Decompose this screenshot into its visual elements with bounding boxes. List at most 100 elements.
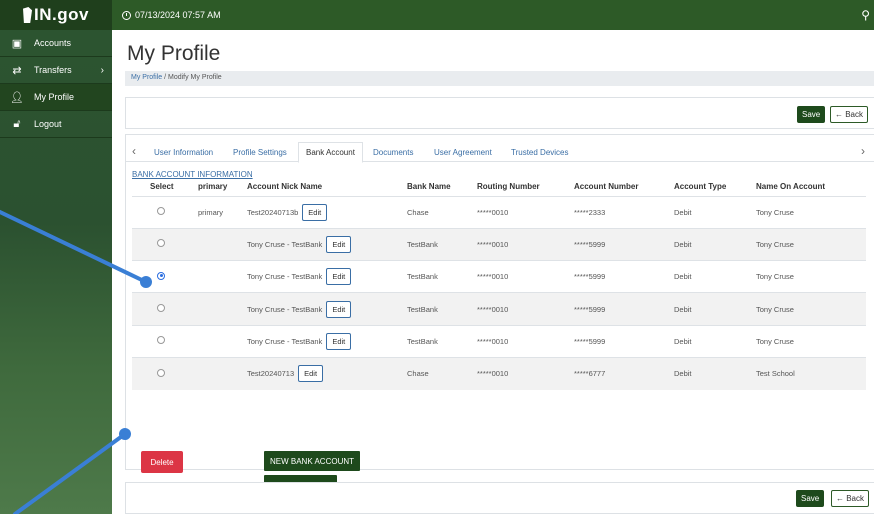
column-header-routing-number: Routing Number xyxy=(477,181,540,191)
breadcrumb-separator: / xyxy=(164,74,167,81)
sidebar-item-my-profile[interactable]: 👤︎ My Profile xyxy=(0,84,112,111)
breadcrumb: My Profile / Modify My Profile xyxy=(125,71,874,86)
profile-card: ‹ User Information Profile Settings Bank… xyxy=(125,134,874,495)
edit-button[interactable]: Edit xyxy=(302,203,328,221)
account-number-cell: *****5999 xyxy=(570,292,670,326)
logout-icon: 🔓︎ xyxy=(13,117,21,130)
location-pin-icon[interactable]: ⚲ xyxy=(861,8,870,22)
nick-name-cell: Test20240713 xyxy=(247,369,295,379)
routing-number-cell: *****0010 xyxy=(473,324,570,358)
account-type-cell: Debit xyxy=(670,227,752,261)
select-radio[interactable] xyxy=(157,207,165,216)
back-button-top[interactable]: ← Back xyxy=(830,106,869,123)
breadcrumb-my-profile[interactable]: My Profile xyxy=(131,74,162,81)
primary-cell xyxy=(184,356,243,390)
nick-name-cell: Tony Cruse - TestBank xyxy=(247,304,323,314)
select-radio[interactable] xyxy=(157,304,165,313)
column-header-bank-name: Bank Name xyxy=(407,181,451,191)
page-title: My Profile xyxy=(127,42,221,65)
column-header-name-on-account: Name On Account xyxy=(756,181,826,191)
bank-name-cell: TestBank xyxy=(403,324,473,358)
select-radio[interactable] xyxy=(157,336,165,345)
sidebar-item-label: My Profile xyxy=(34,92,75,102)
table-row: Test20240713 Edit Chase *****0010 *****67… xyxy=(132,356,866,390)
accounts-icon: ▣ xyxy=(11,37,23,50)
tab-user-information[interactable]: User Information xyxy=(154,148,213,157)
save-button-top[interactable]: Save xyxy=(797,106,826,123)
tab-bar: ‹ User Information Profile Settings Bank… xyxy=(126,138,874,163)
account-number-cell: *****5999 xyxy=(570,324,670,358)
column-header-nick-name: Account Nick Name xyxy=(247,181,323,191)
save-button-bottom[interactable]: Save xyxy=(796,490,825,507)
name-on-account-cell: Tony Cruse xyxy=(752,195,866,229)
column-header-primary: primary xyxy=(198,181,228,191)
tab-scroll-right-icon[interactable]: › xyxy=(861,144,865,158)
account-type-cell: Debit xyxy=(670,356,752,390)
in-gov-logo[interactable]: IN.gov xyxy=(0,0,112,30)
column-header-select: Select xyxy=(150,181,174,191)
tab-scroll-left-icon[interactable]: ‹ xyxy=(132,144,136,158)
tab-trusted-devices[interactable]: Trusted Devices xyxy=(511,148,569,157)
account-number-cell: *****6777 xyxy=(570,356,670,390)
table-body: primary Test20240713b Edit Chase *****001… xyxy=(132,195,866,390)
sidebar-item-accounts[interactable]: ▣ Accounts xyxy=(0,30,112,57)
top-bar: IN.gov 07/13/2024 07:57 AM ⚲ xyxy=(0,0,874,30)
account-type-cell: Debit xyxy=(670,324,752,358)
table-row: Tony Cruse - TestBank Edit TestBank *****… xyxy=(132,292,866,326)
bank-name-cell: Chase xyxy=(403,356,473,390)
primary-cell xyxy=(184,292,243,326)
edit-button[interactable]: Edit xyxy=(298,365,324,383)
bank-name-cell: TestBank xyxy=(403,227,473,261)
breadcrumb-current: Modify My Profile xyxy=(167,74,222,81)
name-on-account-cell: Tony Cruse xyxy=(752,324,866,358)
sidebar-item-label: Logout xyxy=(34,119,62,129)
select-radio[interactable] xyxy=(157,368,165,377)
sidebar-item-logout[interactable]: 🔓︎ Logout xyxy=(0,111,112,138)
routing-number-cell: *****0010 xyxy=(473,356,570,390)
session-datetime: 07/13/2024 07:57 AM xyxy=(122,10,221,20)
edit-button[interactable]: Edit xyxy=(326,332,352,350)
tab-profile-settings[interactable]: Profile Settings xyxy=(233,148,287,157)
nick-name-cell: Tony Cruse - TestBank xyxy=(247,336,323,346)
account-number-cell: *****5999 xyxy=(570,260,670,293)
edit-button[interactable]: Edit xyxy=(326,300,352,318)
primary-cell xyxy=(184,324,243,358)
table-row: Tony Cruse - TestBank Edit TestBank *****… xyxy=(132,227,866,261)
tab-bank-account[interactable]: Bank Account xyxy=(298,142,363,163)
logo-text: IN.gov xyxy=(34,5,89,24)
delete-button[interactable]: Delete xyxy=(141,451,183,473)
select-radio[interactable] xyxy=(157,239,165,248)
name-on-account-cell: Tony Cruse xyxy=(752,227,866,261)
name-on-account-cell: Test School xyxy=(752,356,866,390)
routing-number-cell: *****0010 xyxy=(473,195,570,229)
nick-name-cell: Test20240713b xyxy=(247,207,299,217)
bank-name-cell: Chase xyxy=(403,195,473,229)
account-type-cell: Debit xyxy=(670,292,752,326)
column-header-account-type: Account Type xyxy=(674,181,727,191)
table-header-row: Select primary Account Nick Name Bank Na… xyxy=(132,177,866,196)
select-radio-selected[interactable] xyxy=(157,271,165,280)
sidebar-item-transfers[interactable]: ⇄ Transfers › xyxy=(0,57,112,84)
transfers-icon: ⇄ xyxy=(12,64,22,77)
sidebar-item-label: Accounts xyxy=(34,38,72,48)
tab-documents[interactable]: Documents xyxy=(373,148,413,157)
table-row: Tony Cruse - TestBank Edit TestBank *****… xyxy=(132,260,866,293)
top-action-bar: Save ← Back xyxy=(125,97,874,129)
nick-name-cell: Tony Cruse - TestBank xyxy=(247,272,323,282)
edit-button[interactable]: Edit xyxy=(326,235,352,253)
routing-number-cell: *****0010 xyxy=(473,227,570,261)
account-number-cell: *****2333 xyxy=(570,195,670,229)
new-bank-account-button[interactable]: NEW BANK ACCOUNT xyxy=(264,451,361,471)
bank-accounts-table: Select primary Account Nick Name Bank Na… xyxy=(132,177,866,390)
tab-user-agreement[interactable]: User Agreement xyxy=(434,148,492,157)
table-row: Tony Cruse - TestBank Edit TestBank *****… xyxy=(132,324,866,358)
sidebar-item-label: Transfers xyxy=(34,65,72,75)
edit-button[interactable]: Edit xyxy=(326,268,352,286)
profile-icon: 👤︎ xyxy=(10,91,24,104)
table-row: primary Test20240713b Edit Chase *****001… xyxy=(132,195,866,229)
back-button-bottom[interactable]: ← Back xyxy=(831,490,870,507)
account-type-cell: Debit xyxy=(670,260,752,293)
bank-name-cell: TestBank xyxy=(403,260,473,293)
routing-number-cell: *****0010 xyxy=(473,292,570,326)
primary-cell: primary xyxy=(184,195,243,229)
